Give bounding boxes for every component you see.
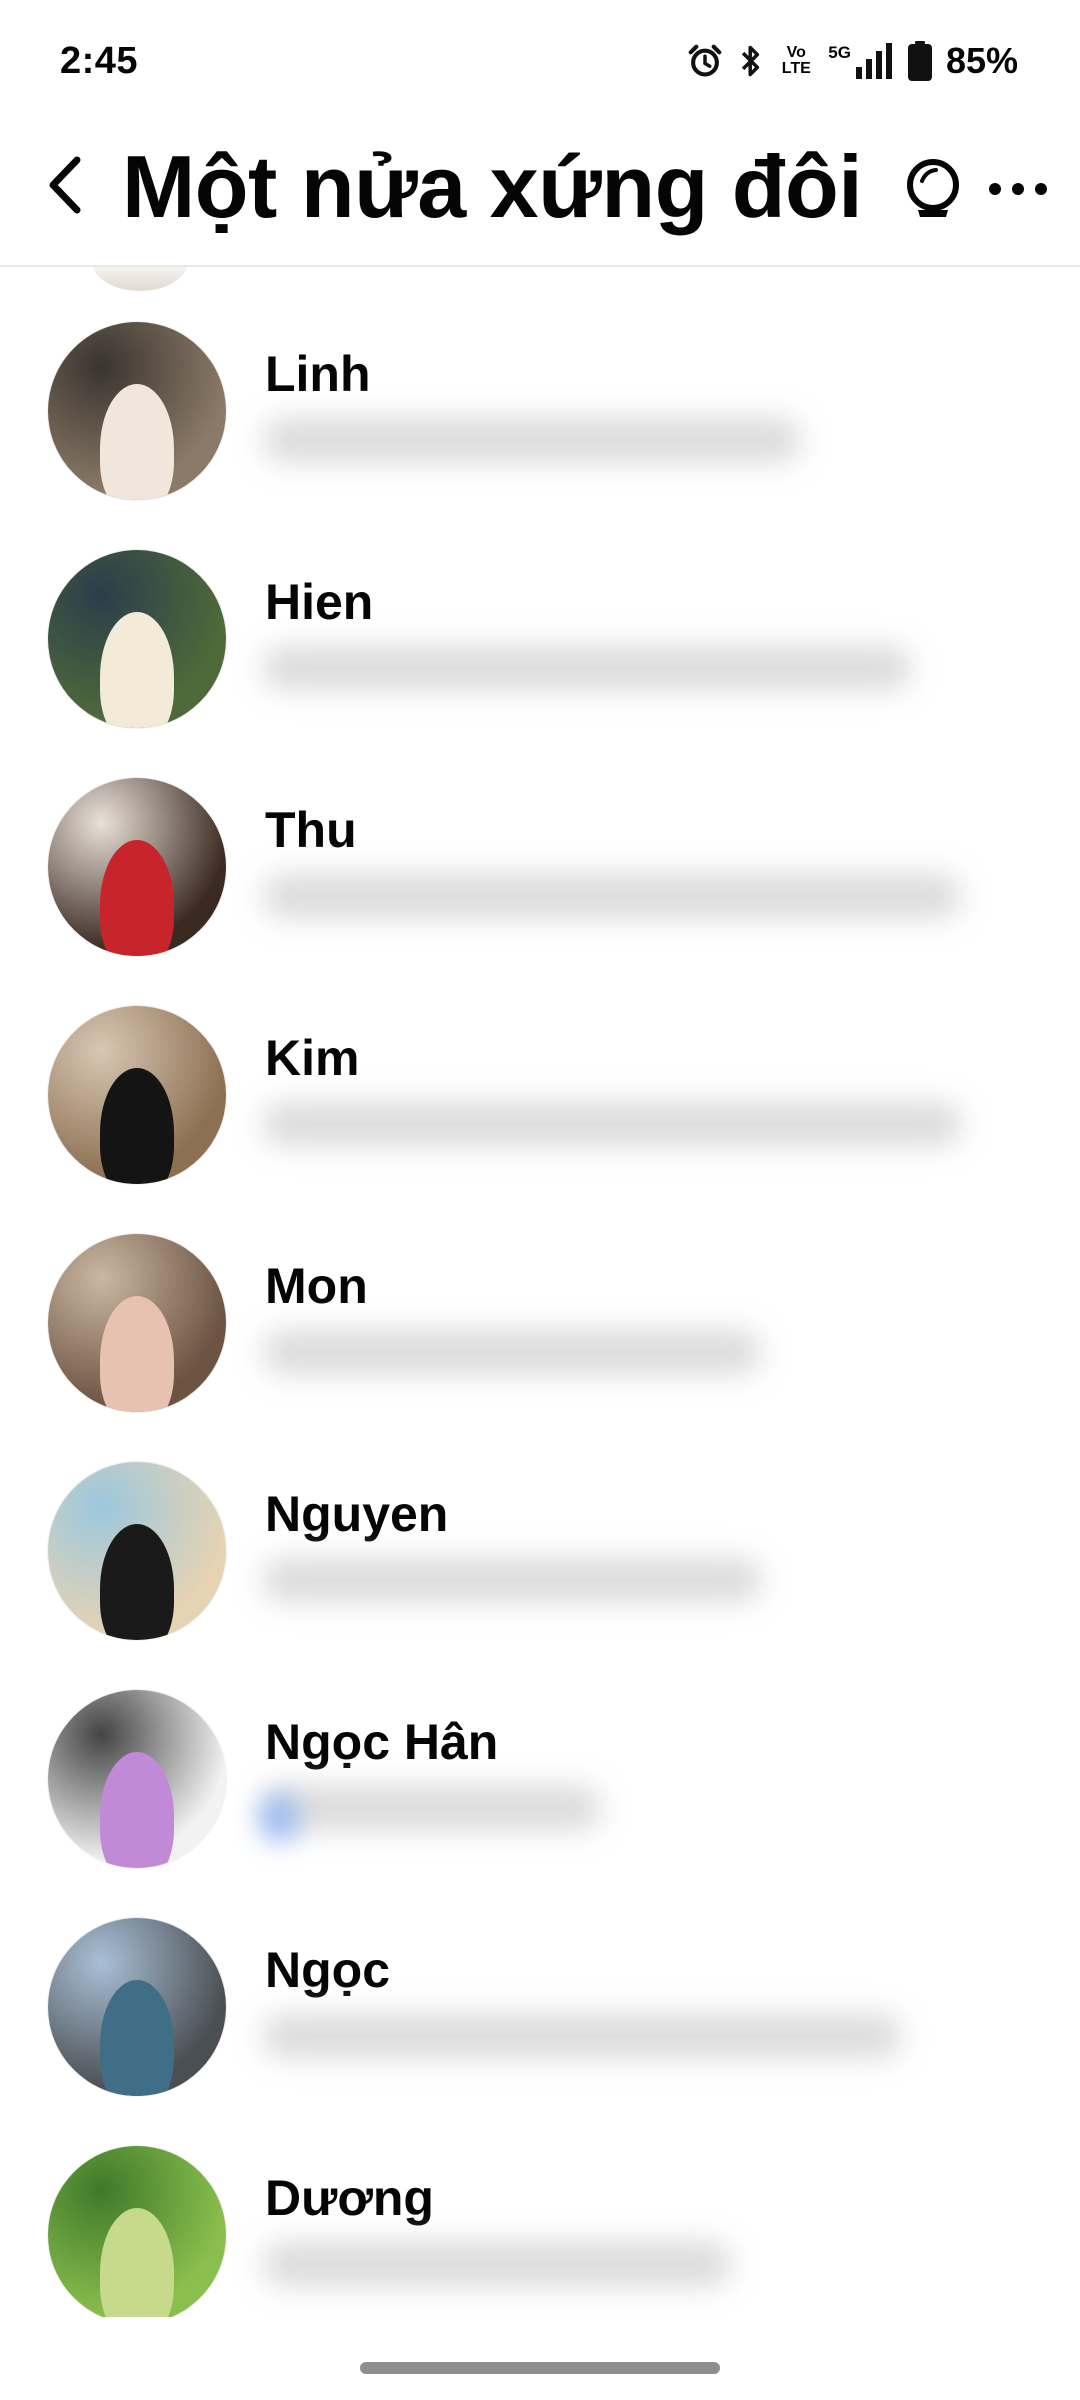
blurred-message-preview bbox=[262, 645, 912, 691]
battery-percentage: 85% bbox=[945, 40, 1018, 81]
avatar-figure bbox=[100, 1980, 174, 2096]
contact-name: Mon bbox=[265, 1258, 368, 1314]
contact-name: Nguyen bbox=[265, 1486, 449, 1542]
back-button[interactable] bbox=[30, 152, 100, 222]
volte-line2: LTE bbox=[781, 60, 811, 77]
ai-bubble-icon bbox=[902, 157, 964, 226]
list-item[interactable]: Nguyen bbox=[0, 1407, 1080, 1640]
avatar-figure bbox=[100, 384, 174, 500]
blurred-message-preview bbox=[262, 1785, 602, 1831]
avatar[interactable] bbox=[48, 778, 226, 956]
avatar-figure bbox=[100, 1296, 174, 1412]
blurred-message-preview bbox=[262, 2013, 902, 2059]
more-options-button[interactable] bbox=[978, 156, 1058, 226]
more-icon bbox=[988, 182, 1048, 201]
chevron-left-icon bbox=[45, 154, 85, 221]
avatar-figure bbox=[100, 1752, 174, 1868]
avatar-figure bbox=[100, 612, 174, 728]
blurred-message-preview bbox=[262, 417, 802, 463]
network-type: 5G bbox=[828, 43, 851, 62]
alarm-icon bbox=[686, 42, 724, 80]
avatar-figure bbox=[100, 1524, 174, 1640]
page-title: Một nửa xứng đôi bbox=[122, 137, 863, 236]
contact-name: Kim bbox=[265, 1030, 360, 1086]
signal-5g-icon: 5G bbox=[828, 43, 894, 79]
list-item[interactable]: Thu bbox=[0, 723, 1080, 956]
contact-name: Hien bbox=[265, 574, 374, 630]
unread-indicator bbox=[262, 1795, 296, 1841]
contact-name: Thu bbox=[265, 802, 357, 858]
avatar-figure bbox=[100, 1068, 174, 1184]
home-indicator[interactable] bbox=[360, 2362, 720, 2374]
avatar[interactable] bbox=[48, 1006, 226, 1184]
contact-name: Ngọc Hân bbox=[265, 1714, 499, 1770]
member-list[interactable]: Linh Hien Thu Kim Mon Nguyen Ngọc Hân Ngọc Dương bbox=[0, 267, 1080, 2317]
avatar[interactable] bbox=[48, 550, 226, 728]
avatar[interactable] bbox=[48, 2146, 226, 2317]
list-item[interactable]: Hien bbox=[0, 495, 1080, 728]
status-icons: Vo LTE 5G 85% bbox=[686, 40, 1018, 82]
bluetooth-icon bbox=[738, 42, 764, 80]
list-item[interactable]: Ngọc bbox=[0, 1863, 1080, 2096]
conversation-header: Một nửa xứng đôi bbox=[0, 122, 1080, 267]
volte-line1: Vo bbox=[786, 44, 806, 61]
avatar[interactable] bbox=[48, 1690, 226, 1868]
list-item[interactable]: Kim bbox=[0, 951, 1080, 1184]
blurred-message-preview bbox=[262, 1329, 762, 1375]
list-item[interactable]: Dương bbox=[0, 2091, 1080, 2317]
avatar[interactable] bbox=[48, 322, 226, 500]
contact-name: Ngọc bbox=[265, 1942, 390, 1998]
blurred-message-preview bbox=[262, 2241, 732, 2287]
avatar[interactable] bbox=[48, 1918, 226, 2096]
contact-name: Linh bbox=[265, 346, 371, 402]
blurred-message-preview bbox=[262, 1101, 962, 1147]
contact-name: Dương bbox=[265, 2170, 434, 2226]
list-item[interactable]: Mon bbox=[0, 1179, 1080, 1412]
avatar-figure bbox=[100, 2208, 174, 2317]
ai-assistant-button[interactable] bbox=[898, 156, 968, 226]
blurred-message-preview bbox=[262, 873, 962, 919]
list-item[interactable]: Linh bbox=[0, 267, 1080, 500]
status-bar: 2:45 Vo LTE 5G 85% bbox=[0, 0, 1080, 122]
avatar[interactable] bbox=[48, 1234, 226, 1412]
status-time: 2:45 bbox=[60, 39, 139, 82]
volte-icon: Vo LTE bbox=[778, 45, 814, 77]
blurred-message-preview bbox=[262, 1557, 762, 1603]
list-item[interactable]: Ngọc Hân bbox=[0, 1635, 1080, 1868]
avatar[interactable] bbox=[48, 1462, 226, 1640]
battery-icon bbox=[907, 41, 932, 81]
avatar-figure bbox=[100, 840, 174, 956]
